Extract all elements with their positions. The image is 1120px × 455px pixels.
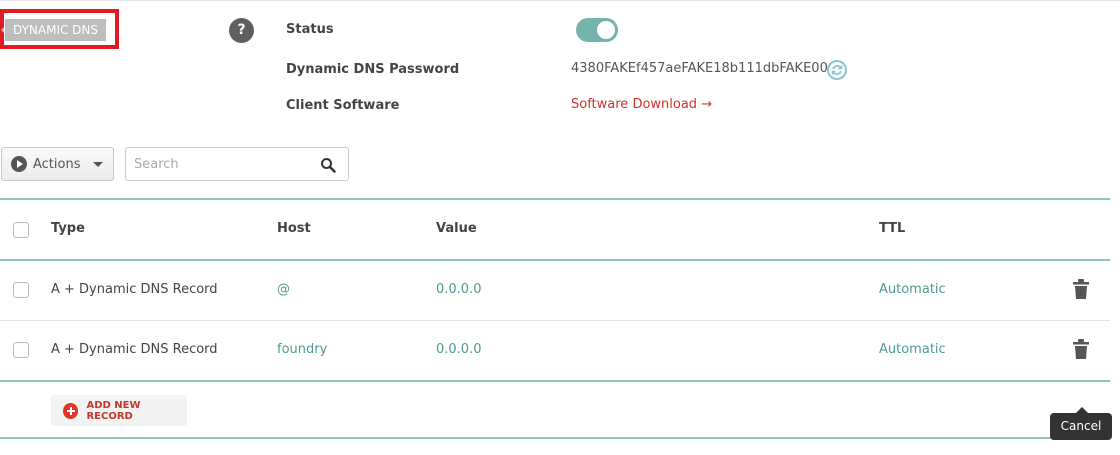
footer-divider	[0, 437, 1110, 439]
trash-icon[interactable]	[1073, 279, 1089, 299]
record-value[interactable]: 0.0.0.0	[436, 342, 481, 357]
table-top-divider	[0, 198, 1110, 200]
add-record-label: ADD NEW RECORD	[86, 399, 141, 422]
help-icon[interactable]: ?	[229, 18, 254, 43]
section-tag: DYNAMIC DNS	[0, 19, 107, 41]
client-software-label: Client Software	[286, 98, 400, 113]
header-value[interactable]: Value	[436, 221, 477, 236]
cancel-tooltip: Cancel	[1050, 407, 1112, 440]
chevron-down-icon	[92, 161, 103, 167]
search-box	[125, 147, 349, 181]
status-toggle[interactable]	[576, 18, 618, 42]
status-label: Status	[286, 22, 334, 37]
search-input[interactable]	[134, 149, 314, 179]
select-all-checkbox[interactable]	[13, 222, 29, 238]
record-host[interactable]: foundry	[277, 342, 327, 357]
password-value: 4380FAKEf457aeFAKE18b111dbFAKE00	[571, 61, 828, 76]
record-ttl[interactable]: Automatic	[879, 342, 946, 357]
actions-button[interactable]: Actions	[1, 147, 114, 181]
actions-label: Actions	[33, 156, 81, 172]
top-divider	[0, 0, 1120, 1]
record-type: A + Dynamic DNS Record	[51, 342, 218, 357]
row-checkbox[interactable]	[13, 342, 29, 358]
add-new-record-button[interactable]: ADD NEW RECORD	[51, 395, 187, 426]
record-ttl[interactable]: Automatic	[879, 282, 946, 297]
plus-icon	[63, 402, 79, 419]
row-divider	[0, 320, 1110, 321]
trash-icon[interactable]	[1073, 339, 1089, 359]
table-bottom-divider	[0, 380, 1110, 382]
record-value[interactable]: 0.0.0.0	[436, 282, 481, 297]
header-divider	[0, 259, 1110, 261]
refresh-icon[interactable]	[827, 60, 847, 80]
header-ttl[interactable]: TTL	[879, 221, 905, 236]
play-icon	[11, 156, 27, 172]
record-host[interactable]: @	[277, 282, 290, 297]
password-label: Dynamic DNS Password	[286, 62, 460, 77]
row-checkbox[interactable]	[13, 282, 29, 298]
record-type: A + Dynamic DNS Record	[51, 282, 218, 297]
header-host[interactable]: Host	[277, 221, 311, 236]
search-icon[interactable]	[320, 157, 336, 173]
software-download-link[interactable]: Software Download →	[571, 97, 712, 112]
header-type[interactable]: Type	[51, 221, 85, 236]
